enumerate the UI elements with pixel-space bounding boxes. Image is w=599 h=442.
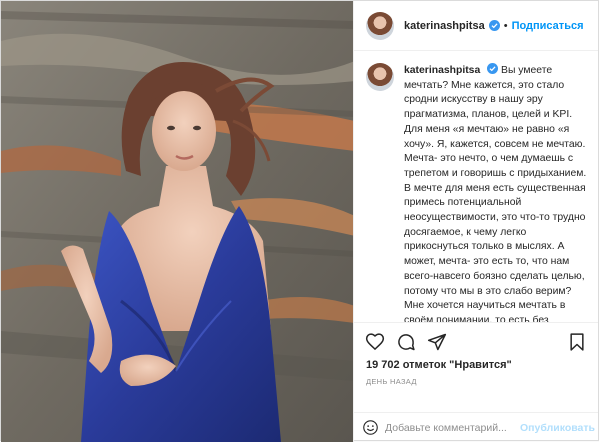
caption-text-2: Для меня «я мечтаю» не равно «я хочу». Я… [404, 123, 586, 150]
likes-count[interactable]: 19 702 отметок "Нравится" [364, 359, 588, 371]
emoji-icon[interactable] [362, 419, 379, 437]
publish-button[interactable]: Опубликовать [520, 422, 595, 434]
bookmark-icon[interactable] [566, 331, 588, 353]
post-actions: 19 702 отметок "Нравится" День назад [354, 322, 598, 412]
comment-input[interactable] [385, 421, 520, 434]
post-timestamp[interactable]: День назад [364, 377, 588, 386]
photo-image [1, 1, 353, 442]
caption-text-3: Мечта- это нечто, о чем думаешь с трепет… [404, 153, 587, 297]
post-caption: katerinashpitsa Вы умеете мечтать? Мне к… [404, 63, 588, 322]
header-separator: • [503, 19, 508, 32]
post-photo[interactable] [1, 1, 353, 442]
verified-badge-icon [488, 20, 500, 31]
author-username[interactable]: katerinashpitsa [404, 20, 485, 32]
caption-row: katerinashpitsa Вы умеете мечтать? Мне к… [366, 63, 588, 322]
comment-icon[interactable] [395, 331, 417, 353]
caption-text-4: Мне хочется научиться мечтать в своём по… [404, 300, 566, 322]
likes-number: 19 702 [366, 359, 400, 371]
heart-icon[interactable] [364, 331, 386, 353]
add-comment-bar: Опубликовать [354, 412, 598, 442]
caption-author-avatar[interactable] [366, 63, 394, 91]
follow-button[interactable]: Подписаться [512, 20, 584, 32]
caption-verified-badge-icon [487, 63, 499, 74]
share-icon[interactable] [426, 331, 448, 353]
caption-author-username[interactable]: katerinashpitsa [404, 65, 480, 76]
caption-line-1: katerinashpitsa Вы умеете мечтать? Мне к… [404, 63, 588, 123]
likes-label: отметок "Нравится" [402, 359, 512, 371]
post-header: katerinashpitsa • Подписаться [354, 1, 598, 51]
action-icons [364, 329, 588, 355]
instagram-post: katerinashpitsa • Подписаться katerinash… [0, 0, 599, 442]
comments-area[interactable]: katerinashpitsa Вы умеете мечтать? Мне к… [354, 51, 598, 322]
author-avatar[interactable] [366, 11, 394, 40]
post-sidebar: katerinashpitsa • Подписаться katerinash… [353, 1, 598, 442]
